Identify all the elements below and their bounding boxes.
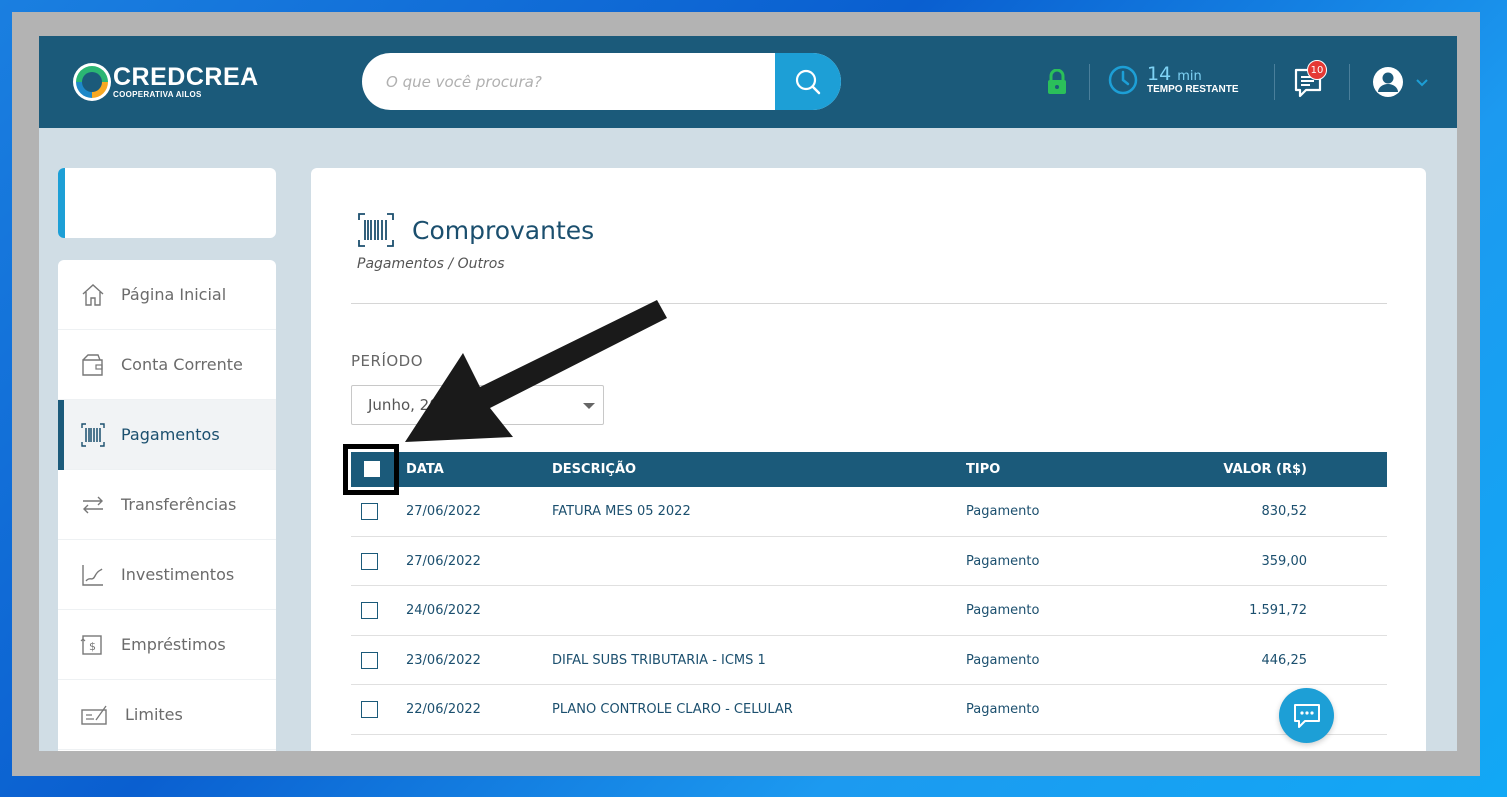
logo-mark-icon: [73, 63, 111, 101]
row-value: 359,00: [1261, 553, 1308, 569]
row-date: 27/06/2022: [406, 504, 481, 519]
session-timer: 14 min TEMPO RESTANTE: [1107, 64, 1238, 96]
receipts-table: DATA DESCRIÇÃO TIPO VALOR (R$) 27/06/202…: [351, 452, 1387, 751]
brand-logo[interactable]: CREDCREA COOPERATIVA AILOS: [73, 62, 259, 102]
row-date: 22/06/2022: [406, 702, 481, 717]
brand-tagline: COOPERATIVA AILOS: [113, 90, 202, 99]
topbar-divider: [1274, 64, 1275, 100]
chevron-down-icon: [1416, 79, 1428, 87]
sidebar-top-card: [58, 168, 276, 238]
search-bar: [362, 53, 841, 110]
table-row[interactable]: 23/06/2022 DIFAL SUBS TRIBUTARIA - ICMS …: [351, 636, 1387, 685]
row-value: 1.591,72: [1249, 603, 1307, 618]
user-avatar-icon: [1373, 67, 1403, 97]
caret-down-icon: [583, 403, 595, 409]
row-type: Pagamento: [966, 603, 1040, 618]
sidebar-item-label: Investimentos: [121, 565, 235, 584]
search-input[interactable]: [362, 53, 775, 110]
header-date: DATA: [406, 462, 444, 477]
row-checkbox[interactable]: [361, 552, 378, 570]
row-description: DIFAL SUBS TRIBUTARIA - ICMS 1: [552, 652, 766, 668]
header-type: TIPO: [966, 462, 1001, 477]
wallet-icon: [82, 353, 103, 376]
timer-label: TEMPO RESTANTE: [1147, 84, 1239, 95]
chat-bubble-icon: [1293, 703, 1320, 728]
row-value: 830,52: [1261, 504, 1308, 519]
sidebar-item-label: Empréstimos: [121, 635, 226, 654]
row-checkbox[interactable]: [361, 750, 378, 751]
sidebar-item-label: Limites: [125, 705, 183, 724]
user-menu[interactable]: [1372, 66, 1430, 98]
row-date: 24/06/2022: [406, 603, 481, 618]
breadcrumb: Pagamentos / Outros: [357, 256, 505, 272]
period-label: PERÍODO: [351, 352, 424, 370]
table-row[interactable]: 27/06/2022 FATURA MES 05 2022 Pagamento …: [351, 487, 1387, 537]
table-row[interactable]: 27/06/2022 Pagamento 359,00: [351, 537, 1387, 586]
search-icon: [795, 69, 821, 94]
table-row[interactable]: [351, 735, 1387, 751]
header-description: DESCRIÇÃO: [552, 462, 637, 477]
check-card-icon: [81, 705, 107, 725]
page-title: Comprovantes: [412, 215, 595, 245]
sidebar-item-home[interactable]: Página Inicial: [58, 260, 276, 330]
sidebar-item-label: Conta Corrente: [121, 355, 243, 374]
app-window: CREDCREA COOPERATIVA AILOS O que você pr…: [39, 36, 1457, 751]
search-button[interactable]: [775, 53, 841, 110]
select-all-checkbox[interactable]: [364, 461, 380, 477]
loan-icon: $: [80, 634, 102, 655]
sidebar-item-label: Página Inicial: [121, 285, 227, 304]
row-date: 23/06/2022: [406, 652, 481, 668]
row-description: FATURA MES 05 2022: [552, 504, 691, 519]
row-type: Pagamento: [966, 504, 1040, 519]
sidebar-item-investments[interactable]: Investimentos: [58, 540, 276, 610]
notification-badge: 10: [1307, 60, 1327, 80]
row-checkbox[interactable]: [361, 651, 378, 669]
row-value: 446,25: [1261, 652, 1308, 668]
row-description: PLANO CONTROLE CLARO - CELULAR: [552, 702, 793, 717]
sidebar-item-payments[interactable]: Pagamentos: [58, 400, 276, 470]
row-checkbox[interactable]: [361, 701, 378, 718]
row-type: Pagamento: [966, 702, 1040, 717]
sidebar-item-checking[interactable]: Conta Corrente: [58, 330, 276, 400]
divider: [351, 303, 1387, 304]
table-header: DATA DESCRIÇÃO TIPO VALOR (R$): [351, 452, 1387, 487]
timer-unit: min: [1177, 69, 1202, 84]
period-value: Junho, 20: [368, 396, 439, 414]
sidebar-item-limits[interactable]: Limites: [58, 680, 276, 750]
sidebar-menu: Página Inicial Conta Corrente Pagamentos…: [58, 260, 276, 751]
table-row[interactable]: 24/06/2022 Pagamento 1.591,72: [351, 586, 1387, 636]
sidebar-item-loans[interactable]: $ Empréstimos: [58, 610, 276, 680]
sidebar-item-transfers[interactable]: Transferências: [58, 470, 276, 540]
lock-icon[interactable]: [1046, 69, 1068, 95]
topbar-divider: [1349, 64, 1350, 100]
row-checkbox[interactable]: [361, 503, 378, 520]
clock-icon: [1108, 65, 1138, 95]
transfer-arrows-icon: [83, 496, 103, 513]
brand-name: CREDCREA: [113, 63, 259, 91]
chat-button[interactable]: [1279, 688, 1334, 743]
home-icon: [82, 283, 104, 306]
row-date: 27/06/2022: [406, 553, 481, 569]
row-type: Pagamento: [966, 652, 1040, 668]
topbar-divider: [1089, 64, 1090, 100]
period-select[interactable]: Junho, 20: [351, 385, 604, 425]
svg-text:$: $: [89, 640, 96, 653]
header-value: VALOR (R$): [1223, 462, 1307, 477]
barcode-icon: [81, 422, 105, 447]
main-panel: Comprovantes Pagamentos / Outros PERÍODO…: [311, 168, 1426, 751]
barcode-icon: [358, 213, 394, 247]
sidebar-item-label: Transferências: [121, 495, 237, 514]
top-bar: CREDCREA COOPERATIVA AILOS O que você pr…: [39, 36, 1457, 128]
growth-chart-icon: [82, 564, 103, 586]
sidebar-item-label: Pagamentos: [121, 425, 220, 444]
row-type: Pagamento: [966, 553, 1040, 569]
row-checkbox[interactable]: [361, 602, 378, 619]
table-row[interactable]: 22/06/2022 PLANO CONTROLE CLARO - CELULA…: [351, 685, 1387, 735]
timer-minutes: 14: [1147, 63, 1172, 85]
